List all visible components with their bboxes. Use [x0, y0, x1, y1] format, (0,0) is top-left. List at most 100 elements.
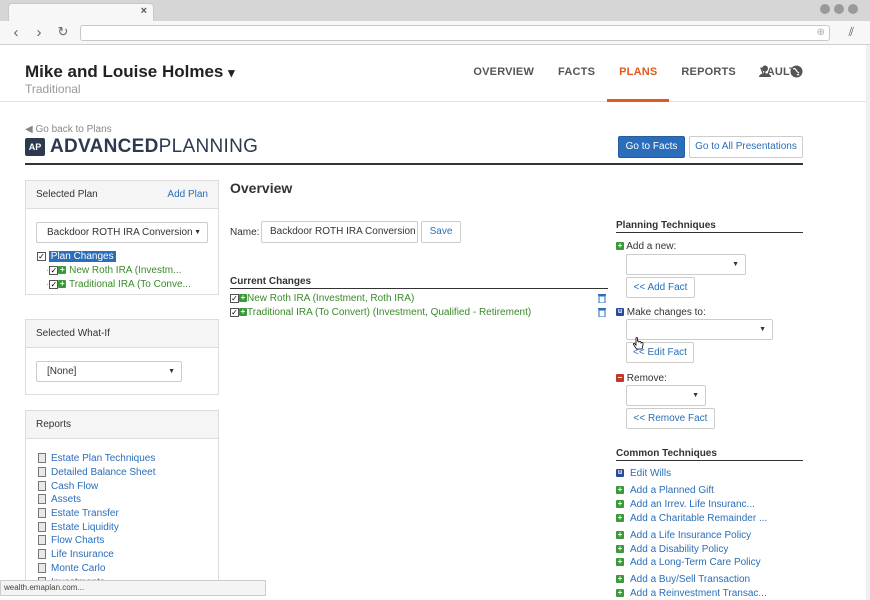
nav-facts[interactable]: FACTS [546, 45, 607, 102]
report-link[interactable]: Estate Transfer [38, 508, 119, 519]
checkbox[interactable]: ✓ [49, 279, 59, 289]
report-link[interactable]: Assets [38, 494, 81, 505]
remove-fact-button[interactable]: << Remove Fact [626, 408, 715, 429]
plan-name-input[interactable]: Backdoor ROTH IRA Conversion [261, 221, 418, 243]
hand-cursor-icon [632, 337, 644, 354]
selected-whatif-panel: Selected What-If [None] ▼ [25, 319, 219, 395]
nav-reports[interactable]: REPORTS [669, 45, 748, 102]
add-new-select[interactable]: ▼ [626, 254, 746, 275]
technique-link[interactable]: + Add a Buy/Sell Transaction [616, 574, 750, 585]
go-to-presentations-button[interactable]: Go to All Presentations [689, 136, 803, 158]
report-label: Flow Charts [51, 535, 105, 546]
report-link[interactable]: Estate Plan Techniques [38, 453, 155, 464]
add-plan-link[interactable]: Add Plan [167, 181, 208, 208]
technique-link[interactable]: + Add a Disability Policy [616, 544, 728, 555]
technique-link[interactable]: + Add a Long-Term Care Policy [616, 557, 761, 568]
window-dot[interactable] [848, 4, 858, 14]
tree-item[interactable]: ·✓ + New Roth IRA (Investm... [46, 265, 181, 276]
remove-label: − Remove: [616, 373, 667, 384]
back-to-plans-link[interactable]: ◀ Go back to Plans [25, 124, 112, 135]
trash-icon[interactable] [598, 307, 606, 320]
checkbox[interactable]: ✓ [49, 265, 59, 275]
link-text: Add a Disability Policy [630, 544, 729, 555]
nav-overview[interactable]: OVERVIEW [461, 45, 546, 102]
window-dot[interactable] [820, 4, 830, 14]
checkbox[interactable]: ✓ [37, 251, 46, 261]
report-label: Estate Liquidity [51, 522, 119, 533]
close-tab-icon[interactable]: × [141, 5, 147, 17]
arrow-left-circle-icon: ◀ [25, 124, 33, 135]
plus-icon: + [239, 307, 247, 317]
user-icon[interactable] [759, 65, 771, 80]
report-link[interactable]: Estate Liquidity [38, 522, 119, 533]
client-name[interactable]: Mike and Louise Holmes ▾ [25, 62, 235, 82]
trash-icon[interactable] [598, 293, 606, 306]
report-link[interactable]: Monte Carlo [38, 563, 105, 574]
link-text: Add a Buy/Sell Transaction [630, 574, 751, 585]
checkbox[interactable]: ✓ [230, 307, 239, 317]
go-to-facts-button[interactable]: Go to Facts [618, 136, 685, 158]
edit-wills-link[interactable]: u Edit Wills [616, 468, 671, 479]
remove-select[interactable]: ▼ [626, 385, 706, 406]
extension-icon[interactable]: ⫽ [849, 25, 854, 40]
tree-root[interactable]: ✓ Plan Changes [37, 251, 116, 262]
ap-logo: AP [25, 138, 45, 156]
page-title-light: PLANNING [158, 136, 259, 157]
overview-title: Overview [230, 180, 293, 196]
plus-icon: + [616, 544, 624, 554]
address-bar[interactable]: ⊕ [80, 25, 830, 41]
plan-select[interactable]: Backdoor ROTH IRA Conversion ▼ [36, 222, 208, 243]
technique-link[interactable]: + Add a Reinvestment Transac... [616, 588, 767, 597]
report-link[interactable]: Detailed Balance Sheet [38, 467, 156, 478]
tree-item-label: New Roth IRA (Investm... [69, 265, 182, 276]
plus-icon: + [616, 557, 624, 567]
technique-link[interactable]: + Add an Irrev. Life Insuranc... [616, 499, 755, 510]
save-button[interactable]: Save [421, 221, 461, 243]
back-icon[interactable]: ‹ [9, 24, 23, 41]
reports-panel: Reports Estate Plan Techniques Detailed … [25, 410, 219, 585]
report-link[interactable]: Life Insurance [38, 549, 114, 560]
whatif-select[interactable]: [None] ▼ [36, 361, 182, 382]
window-dot[interactable] [834, 4, 844, 14]
panel-heading: Selected Plan Add Plan [26, 181, 218, 209]
panel-heading: Selected What-If [26, 320, 218, 348]
technique-link[interactable]: + Add a Life Insurance Policy [616, 530, 751, 541]
label-text: Add a new: [626, 241, 677, 252]
plan-select-value: Backdoor ROTH IRA Conversion [47, 227, 193, 238]
browser-toolbar: ‹ › ↻ ⊕ ⫽ [0, 21, 870, 45]
app-header: Mike and Louise Holmes ▾ Traditional OVE… [0, 45, 866, 102]
checkbox[interactable]: ✓ [230, 293, 239, 303]
report-label: Estate Plan Techniques [51, 453, 156, 464]
chevron-down-icon: ▼ [168, 368, 175, 375]
change-row[interactable]: ✓ + Traditional IRA (To Convert) (Investme… [230, 307, 531, 318]
planning-techniques-heading: Planning Techniques [616, 220, 716, 231]
technique-link[interactable]: + Add a Planned Gift [616, 485, 714, 496]
browser-tab[interactable]: × [8, 3, 154, 21]
report-link[interactable]: Flow Charts [38, 535, 104, 546]
report-label: Estate Transfer [51, 508, 119, 519]
browser-tabstrip: × [0, 0, 870, 21]
forward-icon[interactable]: › [32, 24, 46, 41]
plus-icon: + [616, 499, 624, 509]
chevron-down-icon: ▼ [732, 261, 739, 268]
nav-plans[interactable]: PLANS [607, 45, 670, 102]
link-text: Add a Reinvestment Transac... [630, 588, 767, 597]
add-fact-button[interactable]: << Add Fact [626, 277, 695, 298]
globe-icon[interactable] [790, 65, 803, 81]
change-row[interactable]: ✓ + New Roth IRA (Investment, Roth IRA) [230, 293, 414, 304]
reload-icon[interactable]: ↻ [56, 24, 70, 40]
page-title-bold: ADVANCED [50, 136, 159, 157]
scrollbar[interactable] [866, 45, 870, 600]
report-link[interactable]: Cash Flow [38, 481, 98, 492]
tree-item[interactable]: ·✓ + Traditional IRA (To Conve... [46, 279, 191, 290]
status-bar-url: wealth.emaplan.com... [0, 580, 266, 596]
make-changes-select[interactable]: ▼ [626, 319, 773, 340]
plus-icon: + [616, 574, 624, 584]
technique-link[interactable]: + Add a Charitable Remainder ... [616, 513, 767, 524]
window-controls [820, 4, 858, 14]
name-label: Name: [230, 227, 260, 238]
make-changes-label: u Make changes to: [616, 307, 706, 318]
chevron-down-icon[interactable]: ▾ [228, 65, 235, 80]
common-techniques-heading: Common Techniques [616, 448, 717, 459]
panel-title: Selected Plan [36, 189, 98, 200]
